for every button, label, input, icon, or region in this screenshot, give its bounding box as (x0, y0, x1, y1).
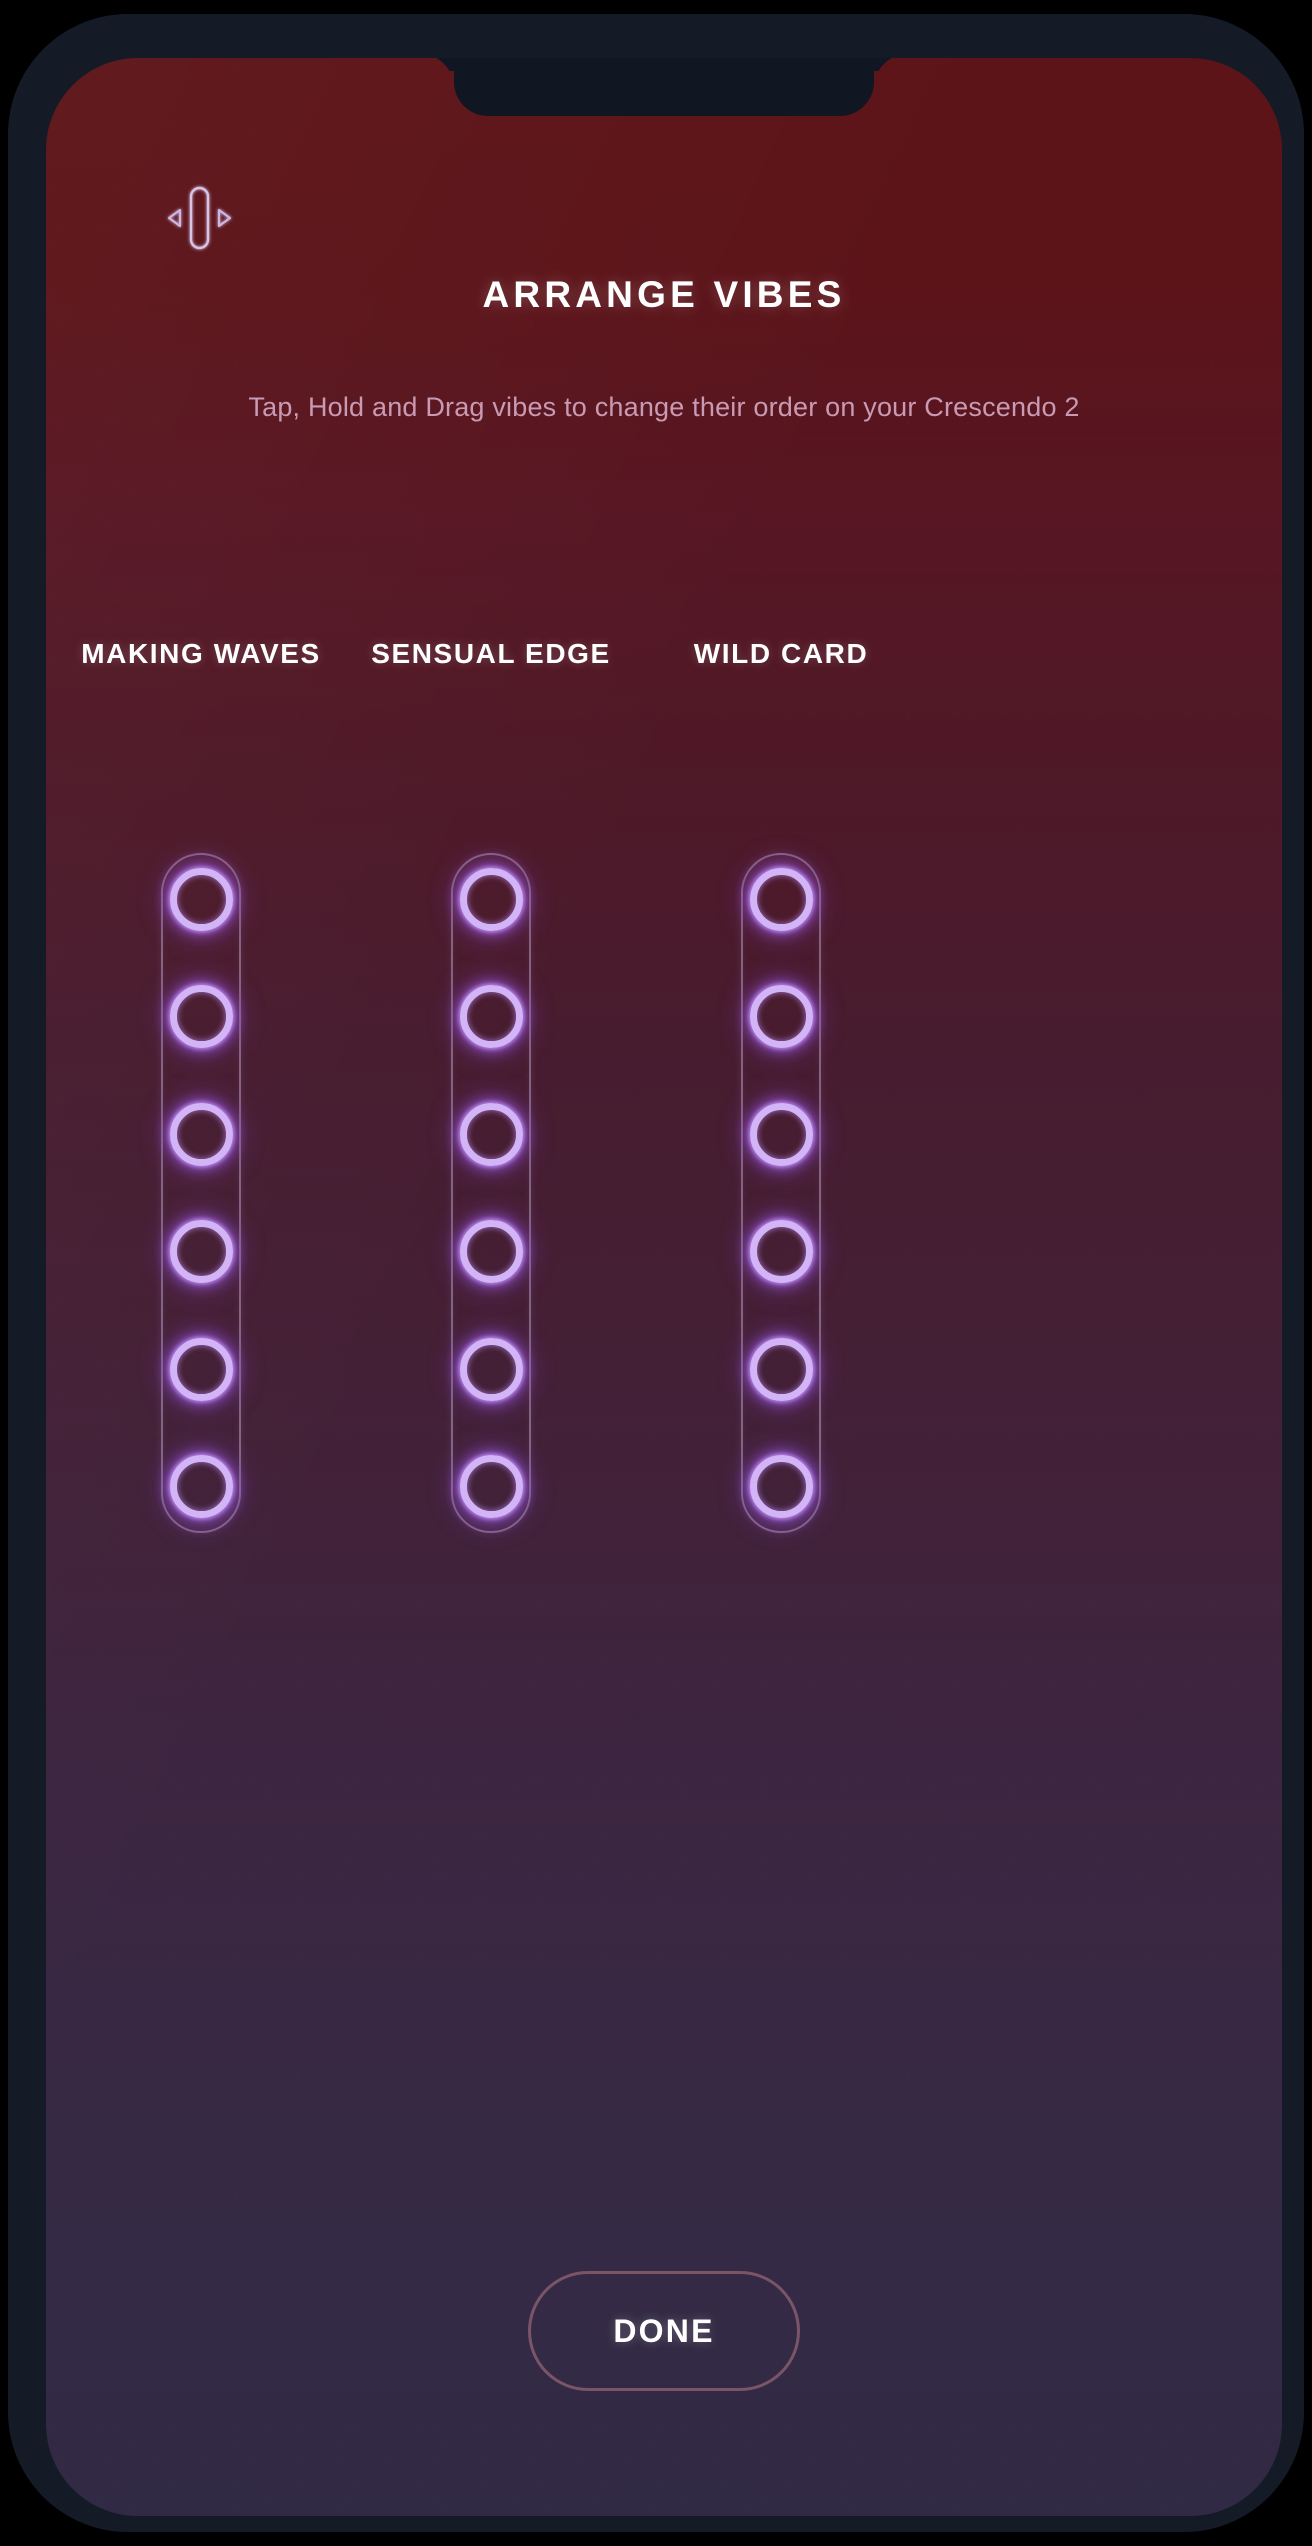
vibe-track[interactable] (161, 853, 241, 1533)
vibe-dot[interactable] (169, 868, 233, 931)
vibe-columns-container: MAKING WAVES SENSUAL EDGE WILD CARD (46, 58, 1282, 2516)
phone-volume-down-button[interactable] (8, 944, 18, 1074)
phone-volume-up-button[interactable] (8, 774, 18, 904)
vibe-dot[interactable] (459, 1102, 523, 1166)
phone-power-button[interactable] (1294, 814, 1304, 1004)
vibe-column-label: SENSUAL EDGE (371, 638, 611, 669)
vibe-dot-list (163, 855, 239, 1531)
phone-screen: ARRANGE VIBES Tap, Hold and Drag vibes t… (46, 58, 1282, 2516)
vibe-dot[interactable] (749, 985, 813, 1049)
vibe-dot[interactable] (169, 1337, 233, 1401)
vibe-track[interactable] (451, 853, 531, 1533)
vibe-dot[interactable] (169, 1102, 233, 1166)
vibe-dot[interactable] (169, 985, 233, 1049)
vibe-dot-list (743, 855, 819, 1531)
vibe-column-label: MAKING WAVES (81, 638, 321, 669)
vibe-dot[interactable] (459, 1454, 523, 1518)
vibe-dot[interactable] (459, 1220, 523, 1284)
vibe-track[interactable] (741, 853, 821, 1533)
vibe-dot[interactable] (749, 1454, 813, 1518)
vibe-dot[interactable] (459, 985, 523, 1049)
vibe-dot[interactable] (169, 1454, 233, 1518)
phone-silent-switch[interactable] (8, 628, 18, 698)
vibe-dot[interactable] (749, 1220, 813, 1284)
phone-notch (454, 58, 874, 116)
vibe-dot[interactable] (169, 1220, 233, 1284)
vibe-dot[interactable] (459, 868, 523, 931)
vibe-dot[interactable] (749, 1337, 813, 1401)
vibe-dot-list (453, 855, 529, 1531)
drag-horizontal-handle-icon (151, 170, 247, 266)
vibe-dot[interactable] (749, 868, 813, 931)
done-button[interactable]: DONE (528, 2271, 800, 2391)
vibe-column-label: WILD CARD (693, 638, 869, 669)
vibe-dot[interactable] (749, 1102, 813, 1166)
vibe-dot[interactable] (459, 1337, 523, 1401)
phone-device-frame: ARRANGE VIBES Tap, Hold and Drag vibes t… (8, 14, 1304, 2532)
